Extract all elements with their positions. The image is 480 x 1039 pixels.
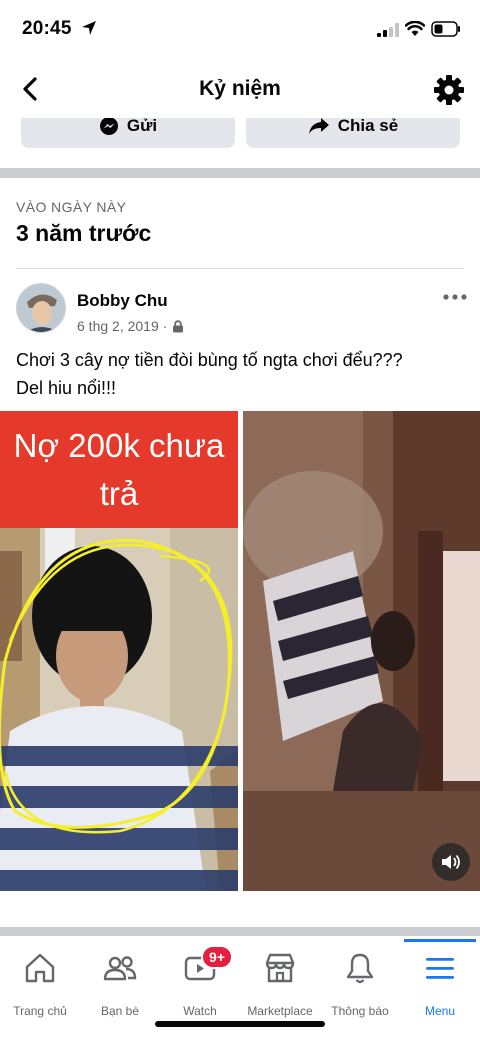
- marketplace-icon: [265, 953, 295, 983]
- share-label: Chia sẻ: [337, 118, 399, 135]
- tab-notifications[interactable]: Thông báo: [320, 948, 400, 1018]
- post-video[interactable]: [243, 411, 480, 891]
- bell-icon: [346, 953, 374, 984]
- tab-friends[interactable]: Bạn bè: [80, 948, 160, 1018]
- action-row: Gửi Chia sẻ: [0, 118, 480, 150]
- location-arrow-icon: [82, 21, 96, 35]
- app-header: Kỷ niệm: [0, 58, 480, 122]
- section-divider: [0, 927, 480, 936]
- messenger-icon: [99, 118, 118, 135]
- post-date[interactable]: 6 thg 2, 2019 ·: [77, 318, 167, 334]
- status-bar: 20:45: [0, 0, 480, 58]
- memory-years-ago: 3 năm trước: [16, 220, 152, 246]
- tab-menu[interactable]: Menu: [400, 948, 480, 1018]
- photo-caption-line: trả: [99, 475, 139, 512]
- tab-marketplace[interactable]: Marketplace: [240, 948, 320, 1018]
- speaker-icon: [442, 854, 460, 870]
- tab-home[interactable]: Trang chủ: [0, 948, 80, 1018]
- active-tab-indicator: [404, 939, 476, 942]
- photo-caption-banner: Nợ 200k chưa trả: [0, 411, 238, 528]
- tab-label: Menu: [424, 1004, 456, 1018]
- post-meta: 6 thg 2, 2019 ·: [77, 318, 184, 334]
- battery-icon: [431, 21, 460, 37]
- share-arrow-icon: [308, 118, 329, 134]
- cellular-signal-icon: [377, 23, 399, 37]
- post-photo[interactable]: Nợ 200k chưa trả: [0, 411, 238, 891]
- sound-button[interactable]: [432, 843, 470, 881]
- photo-caption-line: Nợ 200k chưa: [13, 427, 225, 464]
- post-text-line: Chơi 3 cây nợ tiền đòi bùng tố ngta chơi…: [16, 350, 403, 370]
- home-indicator[interactable]: [155, 1021, 325, 1027]
- post-text: Chơi 3 cây nợ tiền đòi bùng tố ngta chơi…: [16, 346, 464, 402]
- share-button[interactable]: Chia sẻ: [246, 118, 460, 148]
- status-time: 20:45: [22, 18, 72, 39]
- gear-icon[interactable]: [431, 72, 467, 108]
- friends-icon: [103, 956, 137, 981]
- video-thumbnail-image: [243, 411, 480, 891]
- section-divider: [0, 168, 480, 178]
- send-button[interactable]: Gửi: [21, 118, 235, 148]
- menu-icon: [426, 958, 454, 979]
- post-author[interactable]: Bobby Chu: [77, 291, 168, 311]
- divider-line: [16, 268, 464, 269]
- page-title: Kỷ niệm: [199, 77, 281, 100]
- avatar-image: [17, 284, 65, 332]
- watch-badge: 9+: [201, 945, 233, 969]
- memory-label: VÀO NGÀY NÀY: [16, 199, 127, 215]
- wifi-icon: [405, 21, 425, 36]
- home-icon: [25, 953, 55, 983]
- lock-icon: [173, 319, 184, 332]
- avatar[interactable]: [16, 283, 66, 333]
- more-options-icon[interactable]: [440, 287, 470, 307]
- send-label: Gửi: [126, 118, 158, 135]
- post-text-line: Del hiu nổi!!!: [16, 378, 117, 398]
